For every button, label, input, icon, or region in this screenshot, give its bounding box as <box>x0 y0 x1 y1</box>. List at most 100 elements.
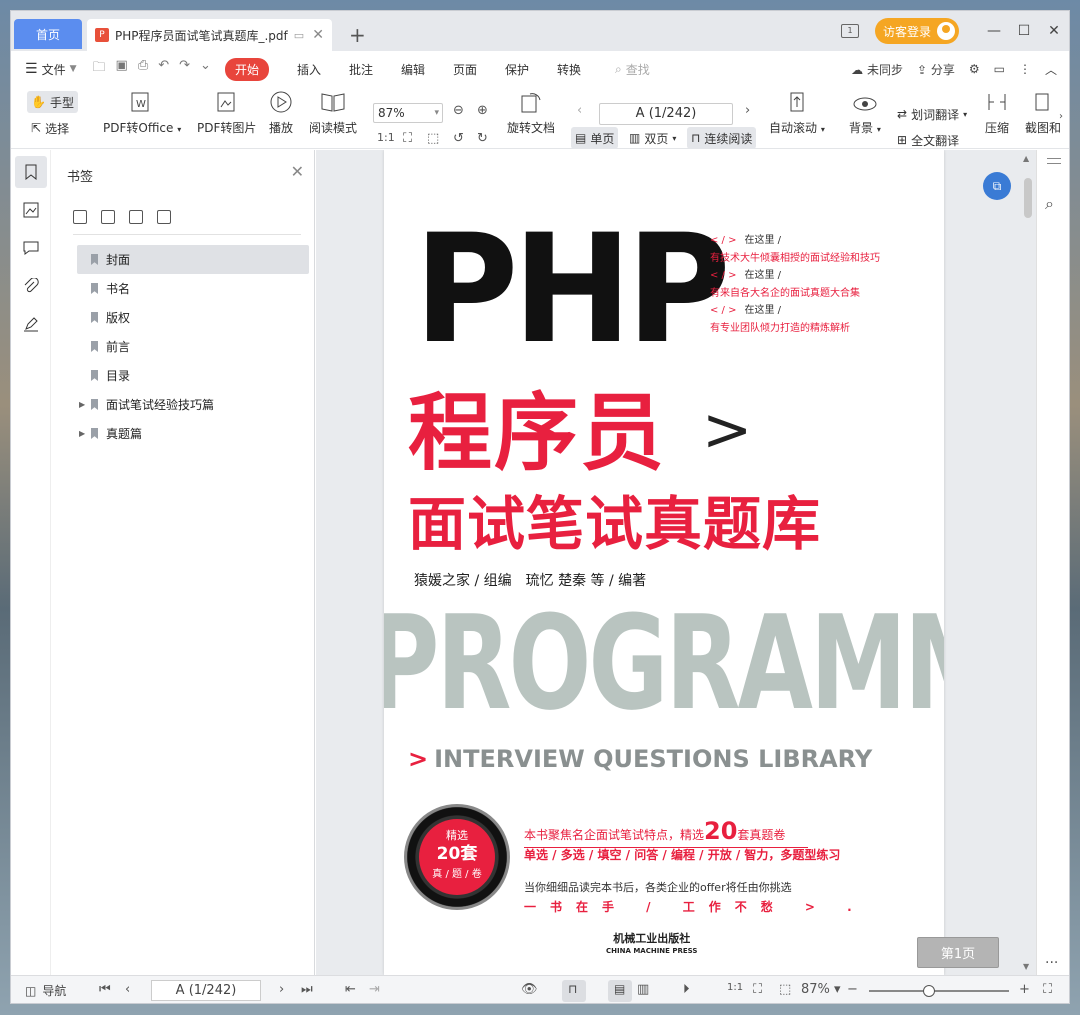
settings-icon[interactable]: ⚙ <box>969 62 980 76</box>
scroll-up-icon[interactable]: ▲ <box>1023 154 1029 163</box>
guest-login-button[interactable]: 访客登录 <box>874 18 959 44</box>
tab-document[interactable]: P PHP程序员面试笔试真题库_.pdf ▭ ✕ <box>87 19 332 51</box>
back-icon[interactable]: ⇤ <box>345 982 356 997</box>
single-page-button[interactable]: ▤ 单页 <box>571 127 619 149</box>
pdf-to-image-button[interactable]: PDF转图片 <box>197 89 256 136</box>
last-page-icon[interactable]: ⏭ <box>301 982 313 997</box>
zoom-out-icon[interactable]: ⊖ <box>453 103 464 118</box>
maximize-icon[interactable]: ☐ <box>1009 23 1039 39</box>
save-icon[interactable]: ▣ <box>116 58 128 80</box>
rotate-left-icon[interactable]: ↺ <box>453 131 464 146</box>
ribbon-scroll-right-icon[interactable]: › <box>1059 111 1063 122</box>
file-menu[interactable]: ☰ 文件 ▼ <box>25 61 77 78</box>
play-status-icon[interactable]: ⏵ <box>683 982 690 997</box>
fit-page-status-icon[interactable]: ⛶ <box>753 982 762 997</box>
compress-button[interactable]: 压缩 <box>985 89 1009 136</box>
minimize-icon[interactable]: — <box>979 23 1009 39</box>
panel-toggle-icon[interactable] <box>1047 158 1061 164</box>
close-tab-icon[interactable]: ✕ <box>312 27 324 43</box>
single-page-status-button[interactable]: ▤ <box>608 980 632 1002</box>
comment-icon[interactable] <box>15 232 47 264</box>
menu-annotate[interactable]: 批注 <box>349 61 373 78</box>
prev-page-icon[interactable]: ‹ <box>577 103 582 118</box>
menu-page[interactable]: 页面 <box>453 61 477 78</box>
menu-start[interactable]: 开始 <box>224 57 269 81</box>
continuous-status-button[interactable]: ⊓ <box>562 980 586 1002</box>
expand-arrow-icon[interactable]: ▶ <box>79 429 85 438</box>
zoom-out-status-icon[interactable]: − <box>847 982 858 997</box>
screenshot-button[interactable]: 截图和 <box>1025 89 1061 136</box>
fullscreen-icon[interactable]: ⛶ <box>1043 982 1052 997</box>
read-mode-button[interactable]: 阅读模式 <box>309 89 357 136</box>
double-page-button[interactable]: ▥ 双页 ▾ <box>625 127 680 149</box>
thumbnail-icon[interactable] <box>15 194 47 226</box>
bookmark-options-icon[interactable] <box>157 210 171 224</box>
word-translate-button[interactable]: ⇄ 划词翻译 ▾ <box>893 103 971 125</box>
auto-scroll-button[interactable]: 自动滚动 ▾ <box>769 89 825 136</box>
menu-protect[interactable]: 保护 <box>505 61 529 78</box>
eye-protection-icon[interactable]: 👁 <box>521 982 538 997</box>
actual-size-status-icon[interactable]: 1:1 <box>727 982 743 993</box>
zoom-status-select[interactable]: 87% ▾ <box>801 982 841 997</box>
window-layout-icon[interactable]: 1 <box>840 24 859 38</box>
print-icon[interactable]: ⎙ <box>138 58 148 80</box>
pdf-to-office-button[interactable]: W PDF转Office ▾ <box>103 89 181 136</box>
tab-home[interactable]: 首页 <box>14 19 82 49</box>
rotate-right-icon[interactable]: ↻ <box>477 131 488 146</box>
bookmark-item-preface[interactable]: 前言 <box>77 332 309 361</box>
collapse-all-icon[interactable] <box>101 210 115 224</box>
fit-width-status-icon[interactable]: ⬚ <box>779 982 791 997</box>
redo-icon[interactable]: ↷ <box>179 58 190 80</box>
select-tool[interactable]: ⇱ 选择 <box>27 117 73 139</box>
share-button[interactable]: ⇪ 分享 <box>917 61 955 78</box>
page-number-input[interactable]: A (1/242) <box>599 103 733 125</box>
bookmark-item-toc[interactable]: 目录 <box>77 361 309 390</box>
scroll-down-icon[interactable]: ▼ <box>1023 962 1029 971</box>
add-tab-icon[interactable]: + <box>349 25 366 45</box>
bookmark-item-title[interactable]: 书名 <box>77 274 309 303</box>
menu-edit[interactable]: 编辑 <box>401 61 425 78</box>
zoom-in-status-icon[interactable]: + <box>1019 982 1030 997</box>
continuous-read-button[interactable]: ⊓ 连续阅读 <box>687 127 757 149</box>
expand-all-icon[interactable] <box>73 210 87 224</box>
menu-insert[interactable]: 插入 <box>297 61 321 78</box>
find-button[interactable]: ⌕ 查找 <box>615 61 650 78</box>
floating-tool-icon[interactable]: ⧉ <box>983 172 1011 200</box>
first-page-icon[interactable]: ⏮ <box>99 982 111 997</box>
more-options-icon[interactable]: ··· <box>1045 955 1058 971</box>
fit-width-icon[interactable]: ⬚ <box>427 131 439 146</box>
close-panel-icon[interactable]: ✕ <box>291 162 304 181</box>
prev-page-status-icon[interactable]: ‹ <box>125 982 130 997</box>
hand-tool[interactable]: ✋ 手型 <box>27 91 78 113</box>
play-button[interactable]: 播放 <box>269 89 293 136</box>
menu-convert[interactable]: 转换 <box>557 61 581 78</box>
close-window-icon[interactable]: ✕ <box>1039 23 1069 39</box>
customize-icon[interactable]: ⌄ <box>200 58 211 80</box>
bookmark-item-questions[interactable]: ▶ 真题篇 <box>77 419 309 448</box>
undo-icon[interactable]: ↶ <box>158 58 169 80</box>
bookmark-panel-icon[interactable] <box>15 156 47 188</box>
signature-icon[interactable] <box>15 308 47 340</box>
background-button[interactable]: 背景 ▾ <box>849 89 881 136</box>
zoom-select[interactable]: 87% <box>373 103 443 123</box>
next-page-status-icon[interactable]: › <box>279 982 284 997</box>
fit-page-icon[interactable]: ⛶ <box>403 131 412 146</box>
document-viewport[interactable]: PHP < / > 在这里 / 有技术大牛倾囊相授的面试经验和技巧 < / > 在这… <box>316 150 1069 975</box>
scrollbar-thumb[interactable] <box>1024 178 1032 218</box>
actual-size-icon[interactable]: 1:1 <box>377 131 395 144</box>
zoom-in-icon[interactable]: ⊕ <box>477 103 488 118</box>
bookmark-item-tips[interactable]: ▶ 面试笔试经验技巧篇 <box>77 390 309 419</box>
add-bookmark-icon[interactable] <box>129 210 143 224</box>
status-page-input[interactable]: A (1/242) <box>151 980 261 1001</box>
smart-search-icon[interactable]: ⌕ <box>1045 194 1054 214</box>
expand-arrow-icon[interactable]: ▶ <box>79 400 85 409</box>
more-icon[interactable]: ⋮ <box>1019 62 1031 76</box>
rotate-document-button[interactable]: 旋转文档 <box>507 89 555 136</box>
sync-button[interactable]: ☁ 未同步 <box>851 61 903 78</box>
bookmark-item-copyright[interactable]: 版权 <box>77 303 309 332</box>
collapse-ribbon-icon[interactable]: ︿ <box>1045 61 1057 78</box>
open-folder-icon[interactable]: 🗀 <box>93 58 106 80</box>
navigation-toggle[interactable]: ◫ 导航 <box>25 982 66 999</box>
vertical-scrollbar[interactable]: ▲ ▼ <box>1021 150 1035 975</box>
attachment-icon[interactable] <box>15 270 47 302</box>
